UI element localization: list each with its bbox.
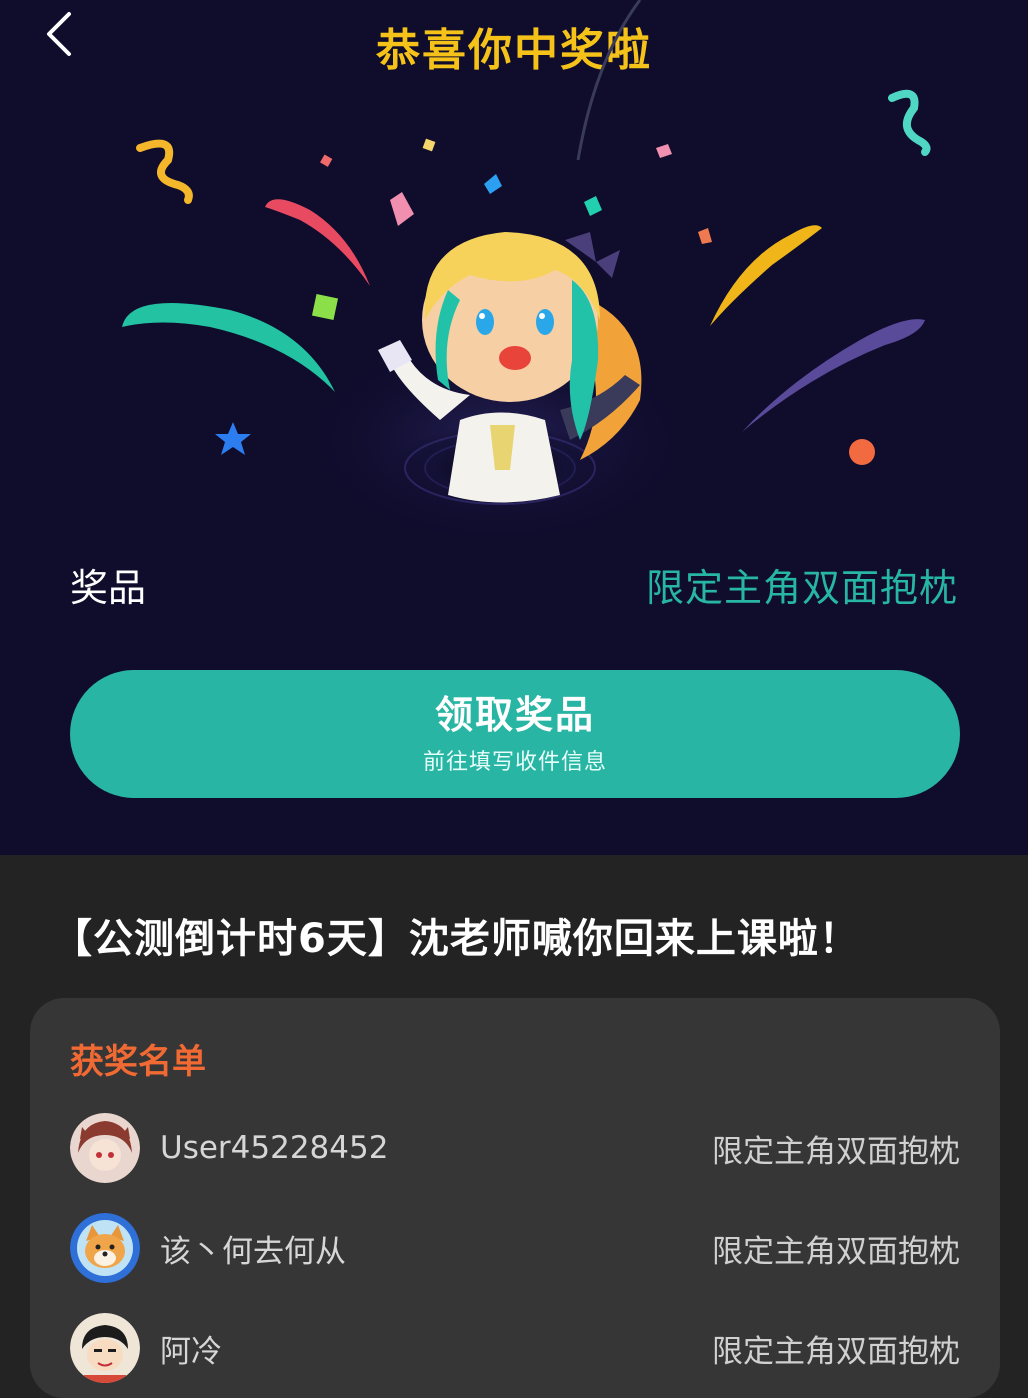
avatar-image bbox=[70, 1213, 140, 1283]
prize-info-row: 奖品 限定主角双面抱枕 bbox=[70, 556, 958, 612]
prize-label: 奖品 bbox=[70, 565, 147, 610]
avatar bbox=[70, 1113, 140, 1183]
winners-heading: 获奖名单 bbox=[70, 1042, 206, 1082]
prize-value: 限定主角双面抱枕 bbox=[645, 565, 958, 610]
winner-row: 阿冷 限定主角双面抱枕 bbox=[70, 1312, 960, 1384]
celebration-illustration bbox=[122, 0, 931, 550]
teal-ribbon bbox=[122, 302, 335, 392]
claim-button-label: 领取奖品 bbox=[434, 693, 595, 737]
yellow-squiggle bbox=[136, 139, 193, 204]
red-ribbon bbox=[265, 199, 370, 286]
purple-ribbon bbox=[742, 319, 925, 432]
avatar bbox=[70, 1213, 140, 1283]
winner-prize: 限定主角双面抱枕 bbox=[712, 1133, 960, 1170]
prize-hero-section: 恭喜你中奖啦 奖品 限定主角双面抱枕 领取奖品 前往填写收件信息 bbox=[0, 0, 1028, 855]
teal-squiggle bbox=[888, 89, 931, 156]
winner-row: User45228452 限定主角双面抱枕 bbox=[70, 1112, 960, 1184]
winners-list-card: 获奖名单 User45228452 限定主角双面抱枕 该丶何去何从 限定主角双面… bbox=[30, 998, 1000, 1398]
yellow-ribbon bbox=[710, 225, 822, 326]
winner-name: User45228452 bbox=[160, 1130, 389, 1166]
avatar-image bbox=[70, 1113, 140, 1183]
winner-prize: 限定主角双面抱枕 bbox=[712, 1233, 960, 1270]
claim-prize-button[interactable]: 领取奖品 前往填写收件信息 bbox=[70, 670, 960, 798]
avatar bbox=[70, 1313, 140, 1383]
avatar-image bbox=[70, 1313, 140, 1383]
arc-streak bbox=[576, 0, 642, 161]
winner-prize: 限定主角双面抱枕 bbox=[712, 1333, 960, 1370]
claim-button-sublabel: 前往填写收件信息 bbox=[422, 750, 607, 775]
winner-row: 该丶何去何从 限定主角双面抱枕 bbox=[70, 1212, 960, 1284]
activity-title: 【公测倒计时6天】沈老师喊你回来上课啦！ bbox=[52, 916, 860, 962]
winner-name: 该丶何去何从 bbox=[160, 1233, 346, 1270]
winner-name: 阿冷 bbox=[160, 1333, 222, 1370]
